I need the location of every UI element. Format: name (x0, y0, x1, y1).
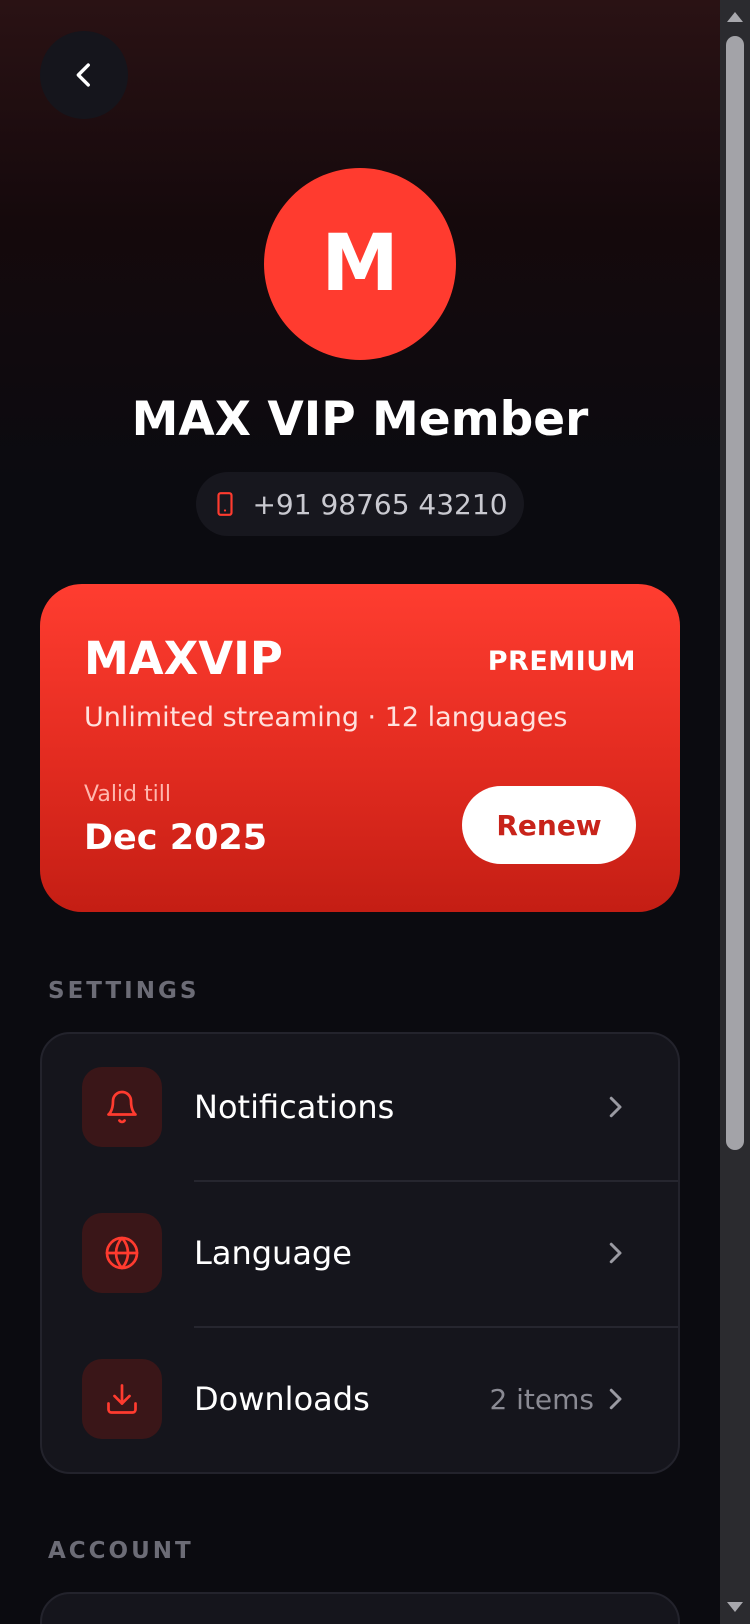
renew-button[interactable]: Renew (462, 786, 636, 864)
settings-item-label: Notifications (194, 1088, 395, 1126)
settings-section-title: SETTINGS (48, 978, 200, 1004)
scrollbar[interactable] (720, 0, 750, 1624)
avatar[interactable]: M (264, 168, 456, 360)
chevron-right-icon (609, 1242, 622, 1264)
bell-icon-tile (82, 1067, 162, 1147)
settings-item-language[interactable]: Language (42, 1180, 678, 1326)
downloads-count: 2 items (489, 1382, 594, 1416)
bell-icon (107, 1090, 137, 1124)
settings-item-label: Language (194, 1234, 352, 1272)
valid-till-label: Valid till (84, 782, 171, 807)
scroll-down-arrow-icon[interactable] (727, 1602, 743, 1612)
chevron-right-icon (609, 1096, 622, 1118)
settings-item-downloads[interactable]: Downloads 2 items (42, 1326, 678, 1472)
smartphone-icon (217, 492, 234, 516)
globe-icon-tile (82, 1213, 162, 1293)
plan-tier-badge: PREMIUM (487, 646, 636, 677)
globe-icon (105, 1236, 139, 1270)
settings-list: Notifications Language Downloads 2 items (40, 1032, 680, 1474)
profile-page: M MAX VIP Member +91 98765 43210 MAXVIP … (0, 0, 750, 1624)
scroll-thumb[interactable] (726, 36, 744, 1150)
phone-number: +91 98765 43210 (252, 487, 508, 521)
account-section-title: ACCOUNT (48, 1538, 194, 1564)
plan-name: MAXVIP (84, 632, 283, 685)
back-button[interactable] (40, 31, 128, 119)
valid-till-date: Dec 2025 (84, 818, 268, 858)
account-list (40, 1592, 680, 1624)
scroll-up-arrow-icon[interactable] (727, 12, 743, 22)
phone-badge: +91 98765 43210 (196, 472, 524, 536)
settings-item-label: Downloads (194, 1380, 370, 1418)
download-icon (107, 1384, 137, 1414)
chevron-left-icon (76, 63, 90, 87)
subscription-card: MAXVIP PREMIUM Unlimited streaming · 12 … (40, 584, 680, 912)
download-icon-tile (82, 1359, 162, 1439)
profile-name: MAX VIP Member (131, 392, 589, 447)
profile-content: M MAX VIP Member +91 98765 43210 MAXVIP … (0, 0, 720, 1624)
plan-description: Unlimited streaming · 12 languages (84, 702, 568, 733)
settings-item-notifications[interactable]: Notifications (42, 1034, 678, 1180)
chevron-right-icon (609, 1388, 622, 1410)
avatar-initial: M (321, 219, 399, 309)
